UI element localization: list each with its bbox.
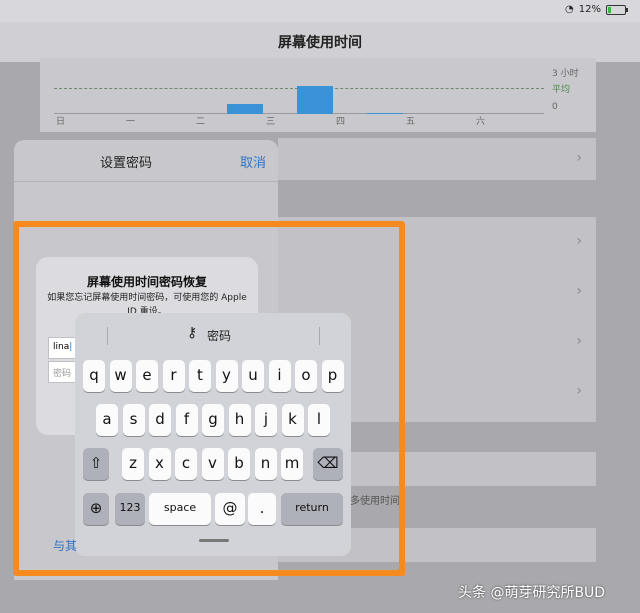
sheet-header: 设置密码 取消 (14, 140, 278, 182)
chart-bar (367, 113, 403, 114)
chart-bar (297, 86, 333, 114)
x-tick-label: 一 (126, 117, 136, 127)
y-label-max: 3 小时 (552, 69, 579, 79)
average-label: 平均 (552, 85, 571, 95)
wifi-icon: ◔ (565, 4, 574, 15)
watermark: 头条 @萌芽研究所BUD (458, 585, 606, 601)
link-text[interactable]: 与其 (53, 537, 77, 554)
chevron-right-icon: › (576, 233, 582, 249)
cancel-button[interactable]: 取消 (240, 152, 266, 171)
sheet-title: 设置密码 (99, 156, 152, 171)
battery-icon (606, 4, 628, 15)
chevron-right-icon: › (576, 383, 582, 399)
x-tick-label: 六 (476, 117, 486, 127)
x-tick-label: 三 (266, 117, 276, 127)
chevron-right-icon: › (576, 283, 582, 299)
status-bar: ◔ 12% (0, 0, 640, 22)
highlight-frame (13, 221, 405, 576)
status-right: ◔ 12% (565, 4, 628, 15)
chart-bar (227, 104, 263, 114)
x-tick-label: 二 (196, 117, 206, 127)
x-tick-label: 四 (336, 117, 346, 127)
chevron-right-icon: › (576, 150, 582, 166)
usage-chart: 3 小时 平均 0 日 一 二 三 四 五 六 (40, 58, 596, 132)
navigation-bar: 屏幕使用时间 (0, 22, 640, 62)
y-label-min: 0 (552, 102, 558, 112)
chart-plot (54, 62, 544, 114)
battery-percent: 12% (578, 4, 601, 15)
page-title: 屏幕使用时间 (278, 35, 362, 51)
x-tick-label: 五 (406, 117, 416, 127)
chevron-right-icon: › (576, 333, 582, 349)
settings-row[interactable]: › (278, 138, 596, 180)
x-tick-label: 日 (56, 117, 66, 127)
